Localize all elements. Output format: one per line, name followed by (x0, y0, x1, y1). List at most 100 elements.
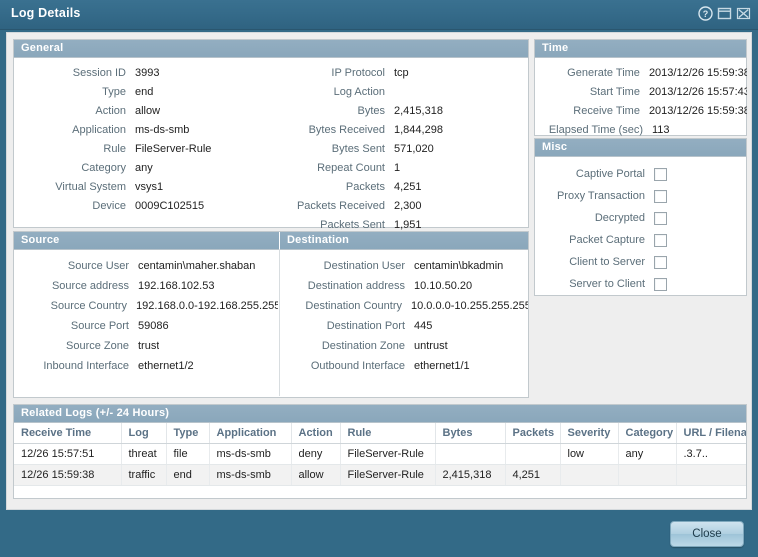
misc-checkbox-list: Captive Portal Proxy Transaction Decrypt… (535, 163, 747, 295)
checkbox-label: Client to Server (569, 256, 645, 268)
field-label: Bytes (357, 105, 385, 117)
column-header-type[interactable]: Type (166, 423, 210, 444)
field-value: any (135, 162, 153, 174)
close-button[interactable]: Close (670, 521, 744, 547)
column-header-action[interactable]: Action (291, 423, 341, 444)
field-value: end (135, 86, 154, 98)
checkbox-row: Packet Capture (535, 229, 747, 251)
column-header-packets[interactable]: Packets (505, 423, 561, 444)
checkbox-label: Packet Capture (569, 234, 645, 246)
field-label: Packets (345, 181, 385, 193)
cell-category: any (618, 443, 677, 465)
dialog-content: General Session ID 3993 Type end Action … (6, 32, 752, 510)
cell-severity: low (560, 443, 619, 465)
panel-misc: Misc Captive Portal Proxy Transaction De… (534, 138, 747, 296)
field-label: Packets Received (296, 200, 385, 212)
table-header-row: Receive Time Log Type Application Action… (14, 423, 746, 444)
field-label: Log Action (333, 86, 385, 98)
checkbox-client-to-server[interactable] (654, 255, 667, 269)
field-value: centamin\maher.shaban (138, 260, 256, 272)
column-header-application[interactable]: Application (209, 423, 292, 444)
field-label: Source Port (70, 320, 129, 332)
field-label: Destination User (323, 260, 405, 272)
field-label: Source User (67, 260, 129, 272)
field-row: Session ID 3993 (14, 64, 269, 83)
field-value: 445 (414, 320, 433, 332)
field-row: Type end (14, 83, 269, 102)
panel-general: General Session ID 3993 Type end Action … (13, 39, 529, 231)
field-row: Destination User centamin\bkadmin (280, 256, 528, 276)
column-header-log[interactable]: Log (121, 423, 167, 444)
field-row: IP Protocol tcp (270, 64, 528, 83)
help-icon[interactable]: ? (698, 6, 713, 21)
field-value: 192.168.0.0-192.168.255.255 (136, 300, 278, 312)
cell-bytes (435, 443, 506, 465)
close-icon[interactable] (736, 6, 751, 21)
field-value: centamin\bkadmin (414, 260, 504, 272)
checkbox-packet-capture[interactable] (654, 233, 667, 247)
field-row: Source Port 59086 (14, 316, 278, 336)
checkbox-captive-portal[interactable] (654, 167, 667, 181)
table-row[interactable]: 12/26 15:57:51 threat file ms-ds-smb den… (14, 443, 746, 465)
column-header-rule[interactable]: Rule (340, 423, 436, 444)
column-header-category[interactable]: Category (618, 423, 677, 444)
field-row: Packets Received 2,300 (270, 197, 528, 216)
field-row: Repeat Count 1 (270, 159, 528, 178)
column-header-bytes[interactable]: Bytes (435, 423, 506, 444)
minimize-icon[interactable] (717, 6, 732, 21)
checkbox-decrypted[interactable] (654, 211, 667, 225)
field-row: Destination Zone untrust (280, 336, 528, 356)
cell-receive-time: 12/26 15:57:51 (14, 443, 122, 465)
field-label: Rule (103, 143, 126, 155)
checkbox-server-to-client[interactable] (654, 277, 667, 291)
field-label: Destination Zone (321, 340, 405, 352)
panel-misc-title: Misc (535, 139, 746, 157)
field-row: Application ms-ds-smb (14, 121, 269, 140)
panel-time-title: Time (535, 40, 746, 58)
cell-type: end (166, 464, 210, 486)
related-logs-table: Receive Time Log Type Application Action… (14, 423, 746, 486)
cell-type: file (166, 443, 210, 465)
field-value: tcp (394, 67, 409, 79)
field-label: Start Time (589, 86, 640, 98)
source-fields: Source User centamin\maher.shaban Source… (14, 256, 278, 376)
checkbox-label: Server to Client (569, 278, 645, 290)
field-row: Source address 192.168.102.53 (14, 276, 278, 296)
checkbox-row: Captive Portal (535, 163, 747, 185)
table-row[interactable]: 12/26 15:59:38 traffic end ms-ds-smb all… (14, 464, 746, 486)
field-row: Log Action (270, 83, 528, 102)
field-row: Destination Port 445 (280, 316, 528, 336)
cell-receive-time: 12/26 15:59:38 (14, 464, 122, 486)
field-label: Destination address (307, 280, 405, 292)
column-header-url-filename[interactable]: URL / Filename (676, 423, 746, 444)
field-label: Bytes Sent (331, 143, 385, 155)
field-row: Receive Time 2013/12/26 15:59:38 (535, 102, 747, 121)
cell-packets (505, 443, 561, 465)
cell-category (618, 464, 677, 486)
field-label: Source address (51, 280, 129, 292)
cell-action: allow (291, 464, 341, 486)
field-row: Bytes Sent 571,020 (270, 140, 528, 159)
field-value: ms-ds-smb (135, 124, 190, 136)
field-row: Start Time 2013/12/26 15:57:43 (535, 83, 747, 102)
source-destination-headers: Source Destination (14, 232, 528, 250)
column-header-severity[interactable]: Severity (560, 423, 619, 444)
window-titlebar: Log Details ? (0, 0, 758, 30)
field-label: Repeat Count (317, 162, 385, 174)
panel-related-logs-title: Related Logs (+/- 24 Hours) (14, 405, 746, 423)
field-label: Outbound Interface (310, 360, 405, 372)
field-row: Source Country 192.168.0.0-192.168.255.2… (14, 296, 278, 316)
field-row: Outbound Interface ethernet1/1 (280, 356, 528, 376)
cell-action: deny (291, 443, 341, 465)
checkbox-proxy-transaction[interactable] (654, 189, 667, 203)
field-row: Device 0009C102515 (14, 197, 269, 216)
field-label: Destination Port (326, 320, 405, 332)
cell-application: ms-ds-smb (209, 443, 292, 465)
field-value: FileServer-Rule (135, 143, 212, 155)
column-header-receive-time[interactable]: Receive Time (14, 423, 122, 444)
checkbox-row: Client to Server (535, 251, 747, 273)
field-row: Destination Country 10.0.0.0-10.255.255.… (280, 296, 528, 316)
field-label: Virtual System (55, 181, 126, 193)
window-controls: ? (698, 6, 751, 21)
field-label: Device (92, 200, 126, 212)
